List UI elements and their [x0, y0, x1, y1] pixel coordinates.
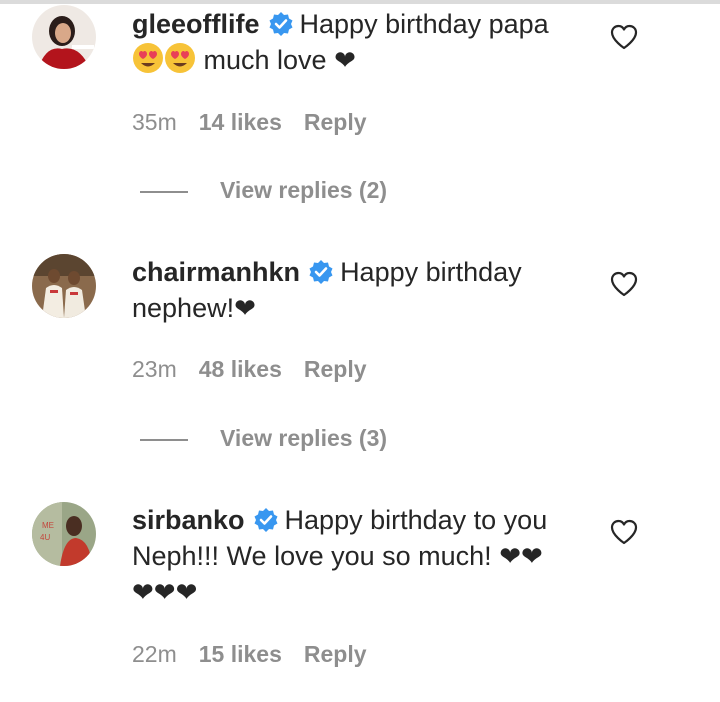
comment-text: sirbanko Happy birthday to you Neph!!! We…: [132, 502, 582, 610]
top-divider: [0, 0, 720, 4]
comment-meta: 35m 14 likes Reply: [132, 109, 389, 136]
timestamp: 35m: [132, 109, 177, 135]
black-heart-emoji: ❤: [334, 45, 356, 75]
comment-meta: 23m 48 likes Reply: [132, 356, 389, 383]
timestamp: 22m: [132, 641, 177, 667]
replies-divider: [140, 190, 188, 193]
replies-divider: [140, 438, 188, 441]
heart-eyes-emoji: [133, 43, 163, 73]
verified-badge-icon: [269, 12, 293, 36]
black-heart-emoji: ❤❤: [499, 541, 543, 571]
svg-text:ME: ME: [42, 521, 54, 530]
reply-button[interactable]: Reply: [304, 356, 367, 382]
likes-count[interactable]: 15 likes: [199, 641, 282, 667]
username[interactable]: chairmanhkn: [132, 257, 300, 287]
reply-button[interactable]: Reply: [304, 641, 367, 667]
comment-body: Happy birthday papa: [299, 9, 549, 39]
comment-meta: 22m 15 likes Reply: [132, 641, 389, 668]
username[interactable]: sirbanko: [132, 505, 245, 535]
heart-outline-icon[interactable]: [609, 22, 639, 52]
comment-text: gleeofflife Happy birthday papa much love…: [132, 6, 582, 78]
heart-eyes-emoji: [165, 43, 195, 73]
black-heart-emoji: ❤: [234, 293, 256, 323]
timestamp: 23m: [132, 356, 177, 382]
username[interactable]: gleeofflife: [132, 9, 260, 39]
avatar[interactable]: [32, 254, 96, 318]
view-replies-label: View replies (2): [220, 177, 388, 203]
avatar[interactable]: [32, 5, 96, 69]
comment-body-continued: much love: [203, 45, 327, 75]
heart-outline-icon[interactable]: [609, 269, 639, 299]
comment-text: chairmanhkn Happy birthday nephew!❤: [132, 254, 582, 326]
reply-button[interactable]: Reply: [304, 109, 367, 135]
heart-outline-icon[interactable]: [609, 517, 639, 547]
avatar[interactable]: ME 4U: [32, 502, 96, 566]
view-replies-label: View replies (3): [220, 425, 388, 451]
verified-badge-icon: [309, 260, 333, 284]
svg-text:4U: 4U: [40, 533, 50, 542]
likes-count[interactable]: 14 likes: [199, 109, 282, 135]
verified-badge-icon: [254, 508, 278, 532]
likes-count[interactable]: 48 likes: [199, 356, 282, 382]
black-heart-emoji: ❤❤❤: [132, 577, 198, 607]
view-replies-button[interactable]: View replies (3): [140, 425, 387, 452]
view-replies-button[interactable]: View replies (2): [140, 177, 387, 204]
